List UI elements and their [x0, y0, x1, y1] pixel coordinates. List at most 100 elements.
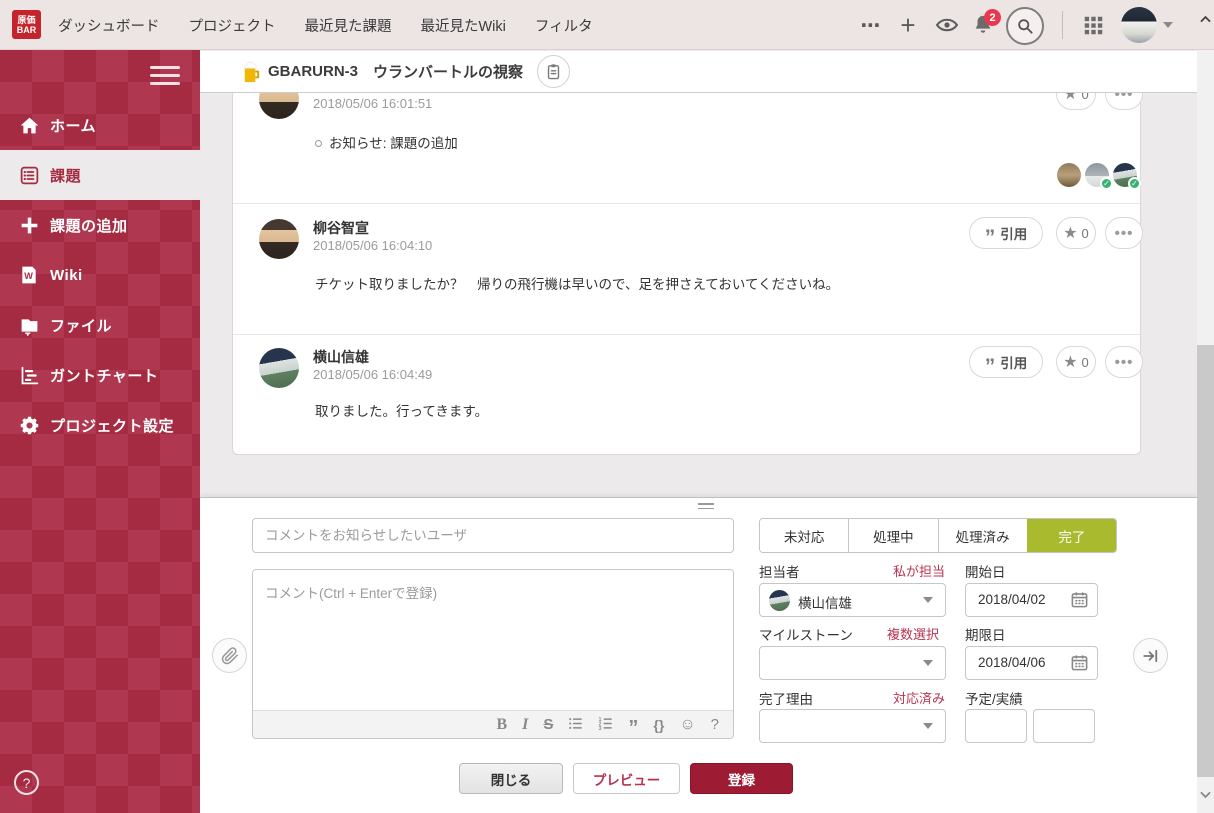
sidebar-item-add-issue[interactable]: 課題の追加 — [0, 200, 200, 250]
logo-text-jp: 原価 — [17, 14, 36, 25]
sidebar-item-gantt[interactable]: ガントチャート — [0, 350, 200, 400]
comment-author-name[interactable]: 柳谷智宣 — [313, 218, 369, 238]
read-check-icon: ✓ — [1128, 177, 1141, 190]
comment-author-avatar[interactable] — [259, 219, 299, 259]
milestone-select[interactable] — [759, 646, 946, 680]
svg-text:3: 3 — [599, 725, 602, 730]
numbered-list-icon[interactable]: 1 2 3 — [598, 716, 613, 734]
submit-button[interactable]: 登録 — [690, 763, 793, 794]
comment-author-name[interactable]: 横山信雄 — [313, 347, 369, 367]
read-check-icon: ✓ — [1100, 177, 1113, 190]
comment-textarea[interactable] — [253, 570, 733, 712]
comment-author-avatar[interactable] — [259, 348, 299, 388]
app-logo[interactable]: 原価 BAR — [12, 10, 41, 39]
nav-recent-issues[interactable]: 最近見た課題 — [305, 15, 392, 36]
issue-title: ウランバートルの視察 — [373, 64, 524, 81]
estimated-hours-input[interactable] — [965, 709, 1027, 743]
multi-select-link[interactable]: 複数選択 — [887, 624, 939, 643]
collapse-sidebar-icon[interactable] — [150, 66, 180, 90]
collapse-properties-button[interactable] — [1133, 638, 1168, 673]
add-icon[interactable]: + — [895, 0, 921, 50]
change-bullet-icon — [315, 140, 322, 147]
panel-resize-handle[interactable] — [698, 503, 714, 512]
comment-more-button[interactable]: ••• — [1105, 217, 1143, 249]
seen-by-avatar[interactable]: ✓ — [1085, 163, 1113, 190]
status-in-progress-button[interactable]: 処理中 — [848, 519, 938, 552]
scrollbar-thumb[interactable] — [1197, 345, 1214, 777]
comment-author-avatar[interactable] — [259, 93, 299, 119]
code-braces-icon[interactable]: {} — [653, 718, 664, 732]
preview-button[interactable]: プレビュー — [573, 763, 680, 794]
issues-list-icon — [17, 163, 41, 187]
bullet-list-icon[interactable] — [568, 716, 583, 734]
nav-recent-wiki[interactable]: 最近見たWiki — [421, 15, 506, 36]
assign-to-me-link[interactable]: 私が担当 — [893, 561, 945, 580]
comment-divider — [233, 334, 1140, 335]
quote-icon: ” — [984, 225, 996, 249]
star-button[interactable]: ★ 0 — [1056, 346, 1096, 378]
apps-grid-icon[interactable] — [1080, 0, 1106, 50]
user-avatar[interactable] — [1121, 7, 1157, 43]
resolved-link[interactable]: 対応済み — [893, 688, 945, 707]
seen-by-avatar[interactable] — [1057, 163, 1081, 187]
nav-dashboard[interactable]: ダッシュボード — [58, 15, 160, 36]
calendar-icon[interactable] — [1070, 653, 1089, 675]
user-menu-caret-icon[interactable] — [1160, 0, 1176, 50]
strikethrough-icon[interactable]: S — [543, 717, 553, 732]
star-icon: ★ — [1063, 225, 1078, 242]
scroll-down-arrow-icon[interactable] — [1199, 788, 1212, 806]
sidebar-item-home[interactable]: ホーム — [0, 100, 200, 150]
resolution-select[interactable] — [759, 709, 946, 743]
comment-more-button[interactable]: ••• — [1105, 93, 1143, 110]
actual-hours-input[interactable] — [1033, 709, 1095, 743]
notify-users-input[interactable] — [252, 518, 734, 553]
due-date-input[interactable]: 2018/04/06 — [965, 646, 1098, 680]
star-button[interactable]: ★ 0 — [1056, 93, 1096, 110]
top-bar: 原価 BAR ダッシュボード プロジェクト 最近見た課題 最近見たWiki フィ… — [0, 0, 1214, 50]
project-sidebar: ホーム 課題 課題の追加 W Wiki ファイル ガントチャート プロジェクト設… — [0, 50, 200, 813]
topbar-divider — [1062, 11, 1063, 39]
seen-by-avatar[interactable]: ✓ — [1113, 163, 1141, 190]
editor-toolbar: B I S 1 2 3 ” {} ☺ ? — [253, 710, 733, 738]
sidebar-item-issues[interactable]: 課題 — [0, 150, 200, 200]
comment-divider — [233, 203, 1140, 204]
quote-button[interactable]: ” 引用 — [969, 346, 1043, 378]
comment-more-button[interactable]: ••• — [1105, 346, 1143, 378]
quote-icon[interactable]: ” — [628, 718, 638, 738]
bold-icon[interactable]: B — [496, 716, 507, 733]
help-button[interactable]: ? — [14, 770, 39, 795]
star-count: 0 — [1081, 354, 1089, 370]
assignee-label: 担当者 — [759, 565, 800, 580]
emoji-icon[interactable]: ☺ — [679, 716, 695, 733]
assignee-select[interactable]: 横山信雄 — [759, 583, 946, 617]
italic-icon[interactable]: I — [522, 716, 528, 733]
nav-projects[interactable]: プロジェクト — [189, 15, 276, 36]
search-button[interactable] — [1006, 7, 1044, 45]
calendar-icon[interactable] — [1070, 590, 1089, 612]
notification-badge: 2 — [984, 9, 1001, 26]
quote-button[interactable]: ” 引用 — [969, 217, 1043, 249]
chevron-down-icon — [923, 597, 933, 603]
nav-filters[interactable]: フィルタ — [535, 15, 593, 36]
star-button[interactable]: ★ 0 — [1056, 217, 1096, 249]
start-date-label: 開始日 — [965, 565, 1006, 580]
close-button[interactable]: 閉じる — [459, 763, 563, 794]
issue-key[interactable]: GBARURN-3 — [268, 63, 358, 80]
status-open-button[interactable]: 未対応 — [760, 519, 849, 552]
status-resolved-button[interactable]: 処理済み — [937, 519, 1027, 552]
gear-icon — [17, 413, 41, 437]
sidebar-item-files[interactable]: ファイル — [0, 300, 200, 350]
sidebar-item-label: Wiki — [50, 266, 83, 284]
attach-file-button[interactable] — [212, 638, 247, 673]
sidebar-item-wiki[interactable]: W Wiki — [0, 250, 200, 300]
status-closed-button[interactable]: 完了 — [1026, 519, 1116, 552]
due-date-label: 期限日 — [965, 628, 1006, 643]
copy-clipboard-button[interactable] — [537, 55, 571, 88]
scroll-up-arrow-icon[interactable] — [1199, 13, 1212, 31]
search-icon — [1018, 19, 1033, 34]
more-menu-icon[interactable]: ⋯ — [858, 0, 884, 50]
watch-eye-icon[interactable] — [933, 0, 961, 50]
sidebar-item-project-settings[interactable]: プロジェクト設定 — [0, 400, 200, 450]
editor-help-icon[interactable]: ? — [711, 717, 719, 732]
start-date-input[interactable]: 2018/04/02 — [965, 583, 1098, 617]
